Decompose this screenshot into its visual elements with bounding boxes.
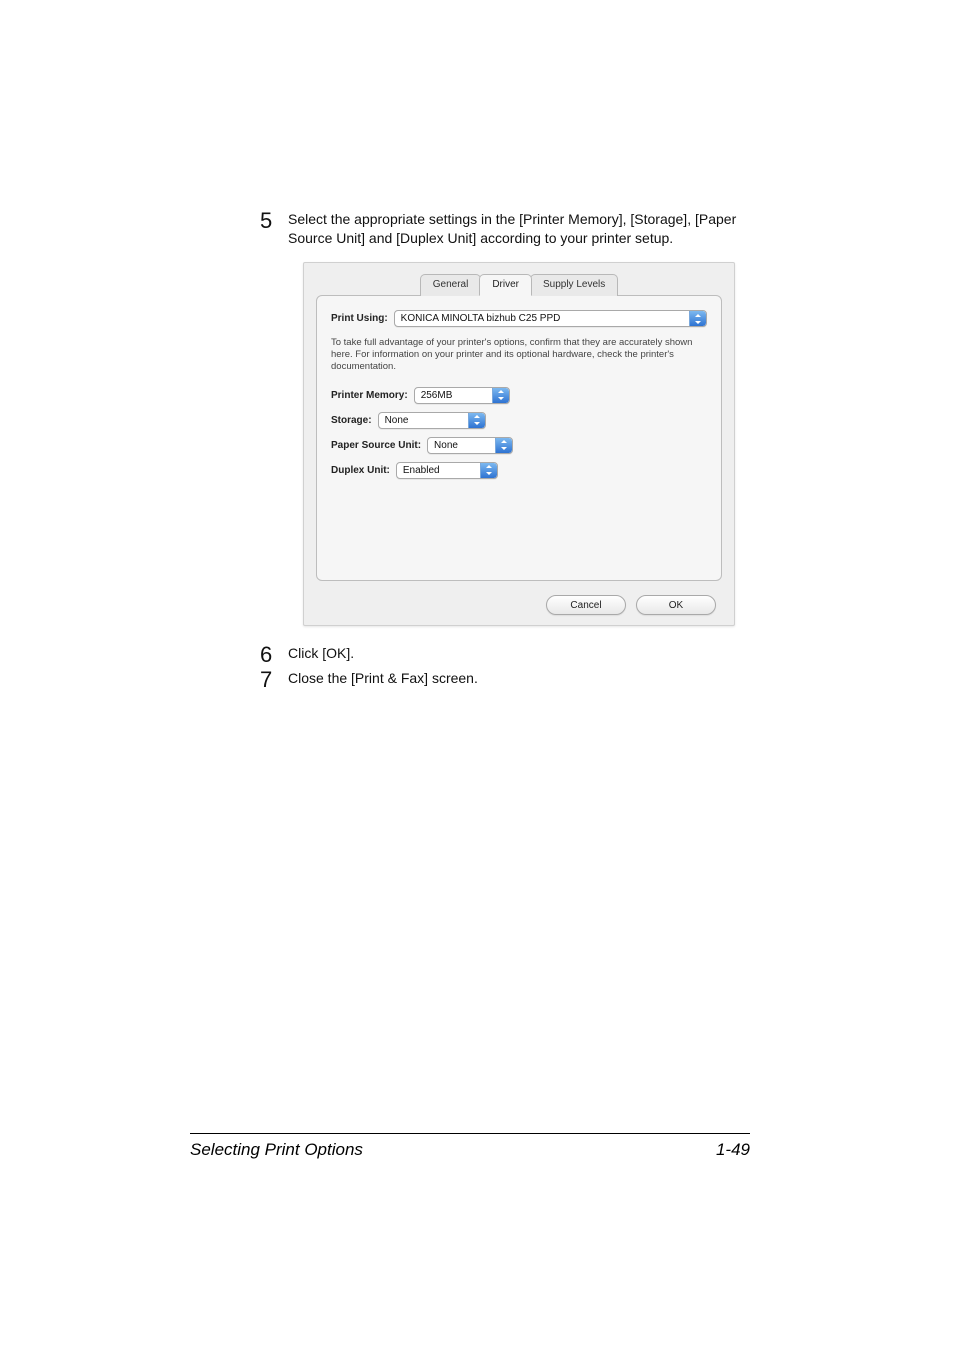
page-footer: Selecting Print Options 1-49: [190, 1133, 750, 1160]
paper-source-value: None: [434, 439, 462, 453]
step-number: 5: [260, 206, 272, 236]
duplex-select[interactable]: Enabled: [396, 462, 498, 479]
footer-page-number: 1-49: [716, 1140, 750, 1160]
printer-memory-label: Printer Memory:: [331, 389, 408, 403]
step-text: Select the appropriate settings in the […: [288, 211, 736, 246]
step-7: 7 Close the [Print & Fax] screen.: [260, 669, 750, 688]
ok-button[interactable]: OK: [636, 595, 716, 615]
help-text: To take full advantage of your printer's…: [331, 337, 707, 373]
tab-driver[interactable]: Driver: [479, 274, 532, 297]
storage-select[interactable]: None: [378, 412, 486, 429]
paper-source-label: Paper Source Unit:: [331, 439, 421, 453]
print-using-label: Print Using:: [331, 312, 388, 326]
duplex-value: Enabled: [403, 464, 444, 478]
storage-label: Storage:: [331, 414, 372, 428]
updown-icon: [495, 438, 512, 453]
cancel-button[interactable]: Cancel: [546, 595, 626, 615]
printer-memory-value: 256MB: [421, 389, 457, 403]
step-number: 7: [260, 665, 272, 695]
duplex-label: Duplex Unit:: [331, 464, 390, 478]
footer-rule: [190, 1133, 750, 1134]
step-6: 6 Click [OK].: [260, 644, 750, 663]
storage-value: None: [385, 414, 413, 428]
print-using-value: KONICA MINOLTA bizhub C25 PPD: [401, 312, 565, 326]
updown-icon: [480, 463, 497, 478]
footer-section: Selecting Print Options: [190, 1140, 363, 1160]
paper-source-select[interactable]: None: [427, 437, 513, 454]
tab-supply-levels[interactable]: Supply Levels: [530, 274, 618, 297]
updown-icon: [689, 311, 706, 326]
updown-icon: [492, 388, 509, 403]
step-text: Click [OK].: [288, 645, 354, 661]
step-text: Close the [Print & Fax] screen.: [288, 670, 478, 686]
step-5: 5 Select the appropriate settings in the…: [260, 210, 750, 626]
tabbar: General Driver Supply Levels: [304, 274, 734, 297]
print-using-select[interactable]: KONICA MINOLTA bizhub C25 PPD: [394, 310, 707, 327]
driver-panel: Print Using: KONICA MINOLTA bizhub C25 P…: [316, 295, 722, 581]
driver-options-dialog: General Driver Supply Levels Print Using…: [303, 262, 735, 627]
printer-memory-select[interactable]: 256MB: [414, 387, 510, 404]
tab-general[interactable]: General: [420, 274, 482, 297]
updown-icon: [468, 413, 485, 428]
